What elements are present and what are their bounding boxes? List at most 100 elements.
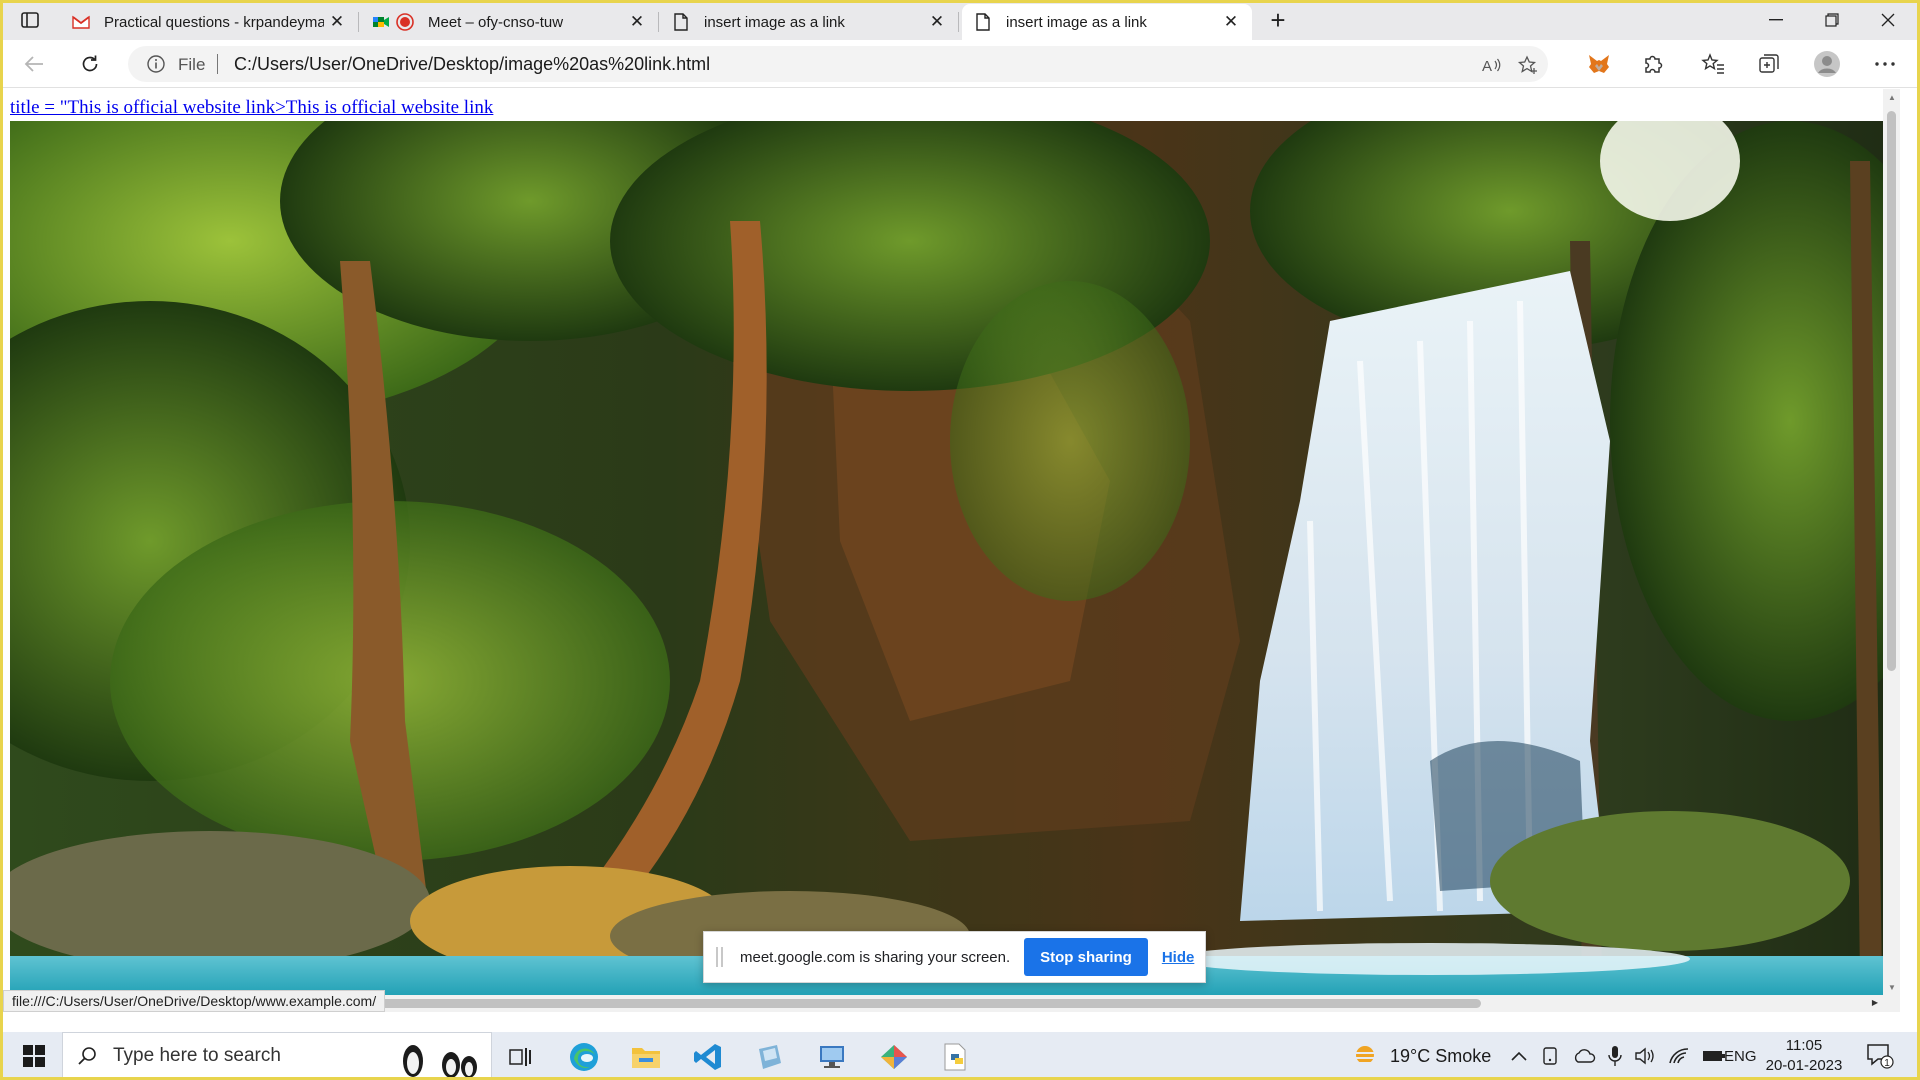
tab-practical-questions[interactable]: Practical questions - krpandeyma ✕: [62, 4, 359, 40]
minimize-icon: [1769, 19, 1783, 21]
computer-icon: [820, 1046, 844, 1068]
vertical-scroll-thumb[interactable]: [1887, 111, 1896, 671]
volume-icon[interactable]: [1634, 1046, 1656, 1066]
diamond-app-icon: [881, 1045, 907, 1069]
address-bar[interactable]: File C:/Users/User/OneDrive/Desktop/imag…: [128, 46, 1548, 82]
taskbar-search-box[interactable]: Type here to search: [62, 1032, 492, 1080]
page-icon: [672, 13, 690, 31]
favorites-button[interactable]: [1696, 48, 1730, 80]
avatar-icon: [1814, 51, 1840, 77]
close-tab-icon[interactable]: ✕: [628, 12, 646, 31]
weather-text: 19°C Smoke: [1390, 1045, 1492, 1066]
page-icon: [974, 13, 992, 31]
read-aloud-icon[interactable]: A: [1480, 54, 1504, 76]
microphone-icon[interactable]: [1608, 1045, 1622, 1067]
notification-icon: 1: [1867, 1044, 1894, 1069]
tab-title: insert image as a link: [704, 13, 845, 31]
page-viewport: title = "This is official website link>T…: [3, 89, 1900, 1012]
smoke-weather-icon: [1352, 1046, 1378, 1064]
link-status-url: file:///C:/Users/User/OneDrive/Desktop/w…: [3, 990, 386, 1012]
restore-button[interactable]: [1804, 0, 1860, 40]
url-text[interactable]: C:/Users/User/OneDrive/Desktop/image%20a…: [234, 54, 710, 75]
tab-actions-button[interactable]: [14, 6, 46, 34]
minimize-button[interactable]: [1748, 0, 1804, 40]
tab-title: insert image as a link: [1006, 13, 1147, 31]
gitkraken-taskbar-button[interactable]: [872, 1038, 916, 1076]
scheme-label: File: [178, 55, 206, 74]
drag-handle-icon[interactable]: [716, 947, 730, 967]
hide-sharing-bar-link[interactable]: Hide: [1162, 949, 1195, 966]
battery-icon[interactable]: [1702, 1049, 1726, 1063]
weather-widget[interactable]: 19°C Smoke: [1350, 1032, 1491, 1080]
browser-toolbar: File C:/Users/User/OneDrive/Desktop/imag…: [0, 40, 1920, 88]
close-tab-icon[interactable]: ✕: [328, 12, 346, 31]
close-window-button[interactable]: [1860, 0, 1916, 40]
notes-app-taskbar-button[interactable]: [748, 1038, 792, 1076]
device-icon[interactable]: [1540, 1046, 1560, 1066]
meet-icon: [372, 13, 390, 31]
windows-taskbar: Type here to search 19°C Smoke ENG 11:05…: [0, 1032, 1920, 1080]
close-tab-icon[interactable]: ✕: [928, 12, 946, 31]
python-file-icon: [944, 1043, 966, 1071]
tab-actions-icon: [21, 12, 39, 28]
more-dots-icon: [1875, 62, 1895, 66]
penguins-search-highlight-icon: [403, 1045, 477, 1078]
info-icon[interactable]: [146, 54, 166, 79]
clock-date: 20-01-2023: [1765, 1057, 1843, 1074]
puzzle-icon: [1645, 55, 1663, 73]
tab-meet[interactable]: Meet – ofy-cnso-tuw ✕: [362, 4, 659, 40]
back-button[interactable]: [16, 48, 52, 80]
official-website-link[interactable]: title = "This is official website link>T…: [10, 97, 493, 119]
reload-button[interactable]: [72, 48, 108, 80]
tab-strip: Practical questions - krpandeyma ✕ Meet …: [0, 0, 1920, 40]
stop-sharing-button[interactable]: Stop sharing: [1024, 938, 1148, 976]
tab-title: Meet – ofy-cnso-tuw: [428, 13, 564, 31]
windows-logo-icon: [23, 1045, 45, 1067]
back-arrow-icon: [24, 56, 43, 72]
settings-menu-button[interactable]: [1868, 48, 1902, 80]
file-explorer-taskbar-button[interactable]: [624, 1038, 668, 1076]
search-icon: [78, 1047, 96, 1065]
task-view-icon: [509, 1048, 531, 1066]
omnibox-divider: [217, 54, 218, 74]
restore-icon: [1825, 13, 1839, 27]
collections-icon: [1759, 54, 1779, 73]
close-tab-icon[interactable]: ✕: [1222, 12, 1240, 31]
wifi-icon[interactable]: [1668, 1047, 1690, 1065]
notes-app-icon: [759, 1045, 781, 1069]
clock-time: 11:05: [1785, 1037, 1823, 1054]
edge-icon: [570, 1043, 598, 1071]
folder-icon: [632, 1048, 660, 1068]
tab-insert-image-2[interactable]: insert image as a link ✕: [962, 4, 1252, 40]
task-view-button[interactable]: [498, 1038, 542, 1076]
vscode-taskbar-button[interactable]: [686, 1038, 730, 1076]
svg-text:A: A: [1482, 58, 1492, 73]
python-file-taskbar-button[interactable]: [934, 1038, 978, 1076]
screen-sharing-bar: meet.google.com is sharing your screen. …: [703, 931, 1206, 983]
metamask-extension-button[interactable]: [1582, 48, 1616, 80]
close-icon: [1881, 13, 1895, 27]
taskbar-clock[interactable]: 11:05 20-01-2023: [1760, 1036, 1848, 1076]
remote-desktop-taskbar-button[interactable]: [810, 1038, 854, 1076]
onedrive-cloud-icon[interactable]: [1572, 1048, 1596, 1064]
vertical-scrollbar[interactable]: ▲ ▼: [1883, 89, 1900, 1012]
extensions-button[interactable]: [1636, 48, 1670, 80]
show-hidden-icons-button[interactable]: [1510, 1032, 1528, 1080]
notification-count: 1: [1884, 1058, 1890, 1069]
collections-button[interactable]: [1752, 48, 1786, 80]
edge-taskbar-button[interactable]: [562, 1038, 606, 1080]
start-button[interactable]: [10, 1032, 58, 1080]
reload-icon: [82, 55, 98, 72]
waterfall-photo[interactable]: [10, 121, 1897, 999]
scroll-up-icon[interactable]: ▲: [1888, 93, 1896, 102]
notification-center-button[interactable]: 1: [1866, 1032, 1894, 1080]
tab-insert-image-1[interactable]: insert image as a link ✕: [662, 4, 959, 40]
scroll-right-icon[interactable]: ▶: [1872, 998, 1878, 1007]
add-favorite-icon[interactable]: [1516, 54, 1540, 76]
profile-button[interactable]: [1810, 48, 1844, 80]
favorites-icon: [1701, 53, 1724, 74]
search-placeholder: Type here to search: [113, 1045, 281, 1066]
new-tab-button[interactable]: +: [1264, 5, 1292, 35]
language-indicator[interactable]: ENG: [1724, 1032, 1757, 1080]
scroll-down-icon[interactable]: ▼: [1888, 983, 1896, 992]
